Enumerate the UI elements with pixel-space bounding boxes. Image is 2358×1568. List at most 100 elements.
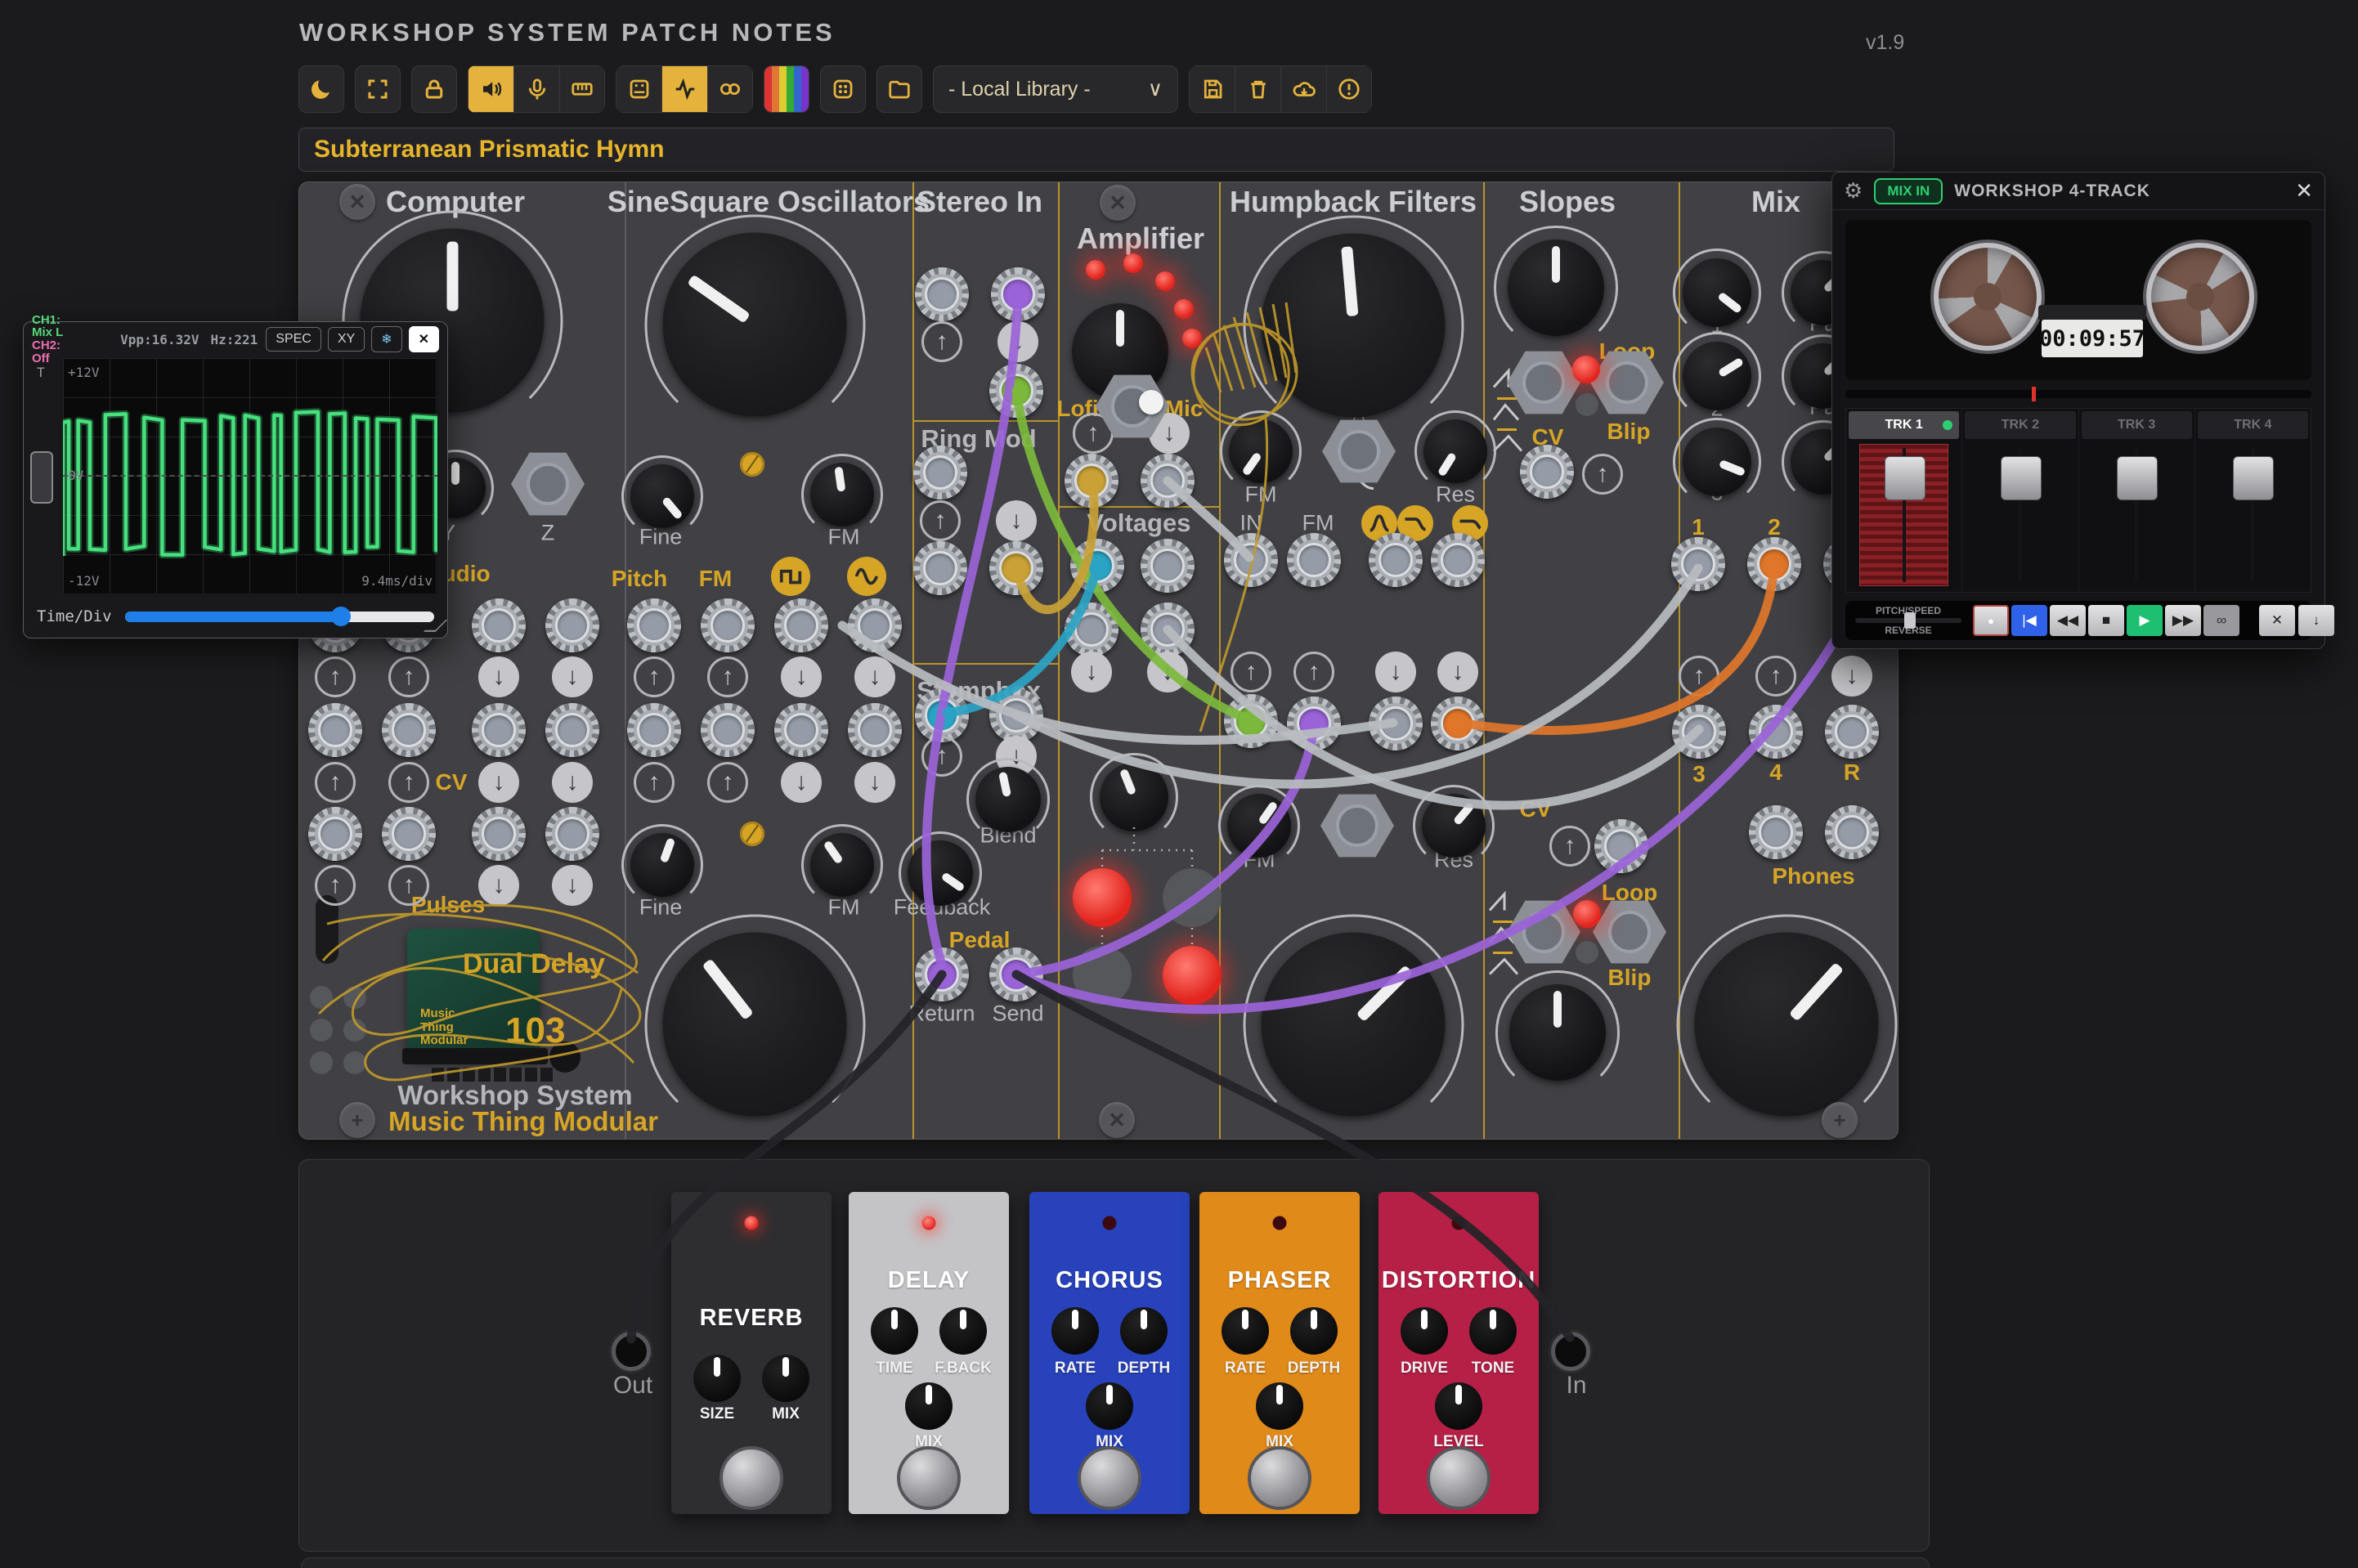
rotary-knob[interactable] <box>966 757 1051 842</box>
clear-track-button[interactable]: ✕ <box>2259 605 2295 636</box>
pedal-knob[interactable] <box>1051 1307 1099 1355</box>
scope-timediv-slider[interactable] <box>124 607 434 626</box>
color-theme-button[interactable] <box>764 65 809 113</box>
pedal-footswitch[interactable] <box>1078 1446 1141 1510</box>
pedalboard-out-jack[interactable] <box>612 1332 651 1371</box>
rotary-knob[interactable] <box>1413 785 1495 867</box>
download-track-button[interactable]: ↓ <box>2298 605 2334 636</box>
rotary-knob[interactable] <box>1673 332 1761 420</box>
patch-jack[interactable] <box>1671 537 1725 591</box>
cloud-sync-button[interactable] <box>1280 65 1326 113</box>
rotary-knob[interactable] <box>801 454 883 535</box>
rotary-knob[interactable] <box>1220 410 1302 492</box>
play-button[interactable]: ▶ <box>2127 605 2163 636</box>
library-select[interactable]: - Local Library - ∨ <box>933 65 1178 113</box>
led-indicator-off[interactable] <box>1073 946 1132 1005</box>
rotary-knob[interactable] <box>1243 215 1464 436</box>
trim-screw[interactable] <box>740 452 764 477</box>
patch-jack[interactable] <box>545 598 599 652</box>
pedal-phaser[interactable]: PHASER RATE DEPTH MIX <box>1199 1192 1360 1514</box>
patch-jack[interactable] <box>989 948 1043 1001</box>
pedalboard-in-jack[interactable] <box>1551 1332 1590 1371</box>
patch-jack[interactable] <box>774 598 828 652</box>
patch-jack[interactable] <box>1141 454 1195 508</box>
patch-jack[interactable] <box>627 598 681 652</box>
patch-jack[interactable] <box>913 446 967 500</box>
track-1-header[interactable]: TRK 1 <box>1849 411 1960 439</box>
patch-jack[interactable] <box>989 688 1043 742</box>
rotary-knob[interactable] <box>621 455 703 537</box>
led-indicator-on[interactable] <box>1073 868 1132 927</box>
pedal-knob[interactable] <box>1256 1382 1303 1430</box>
pedal-footswitch[interactable] <box>897 1446 961 1510</box>
record-button[interactable]: ● <box>1973 605 2009 636</box>
pedal-footswitch[interactable] <box>1248 1446 1311 1510</box>
track-3-header[interactable]: TRK 3 <box>2081 411 2192 439</box>
pedal-view-button[interactable] <box>616 65 661 113</box>
patch-jack[interactable] <box>545 703 599 757</box>
pedal-knob[interactable] <box>1086 1382 1133 1430</box>
track-2-fader[interactable] <box>2000 456 2042 501</box>
tape-progress-bar[interactable] <box>1845 387 2311 401</box>
pedal-footswitch[interactable] <box>720 1446 783 1510</box>
pedal-knob[interactable] <box>1401 1307 1448 1355</box>
track-1[interactable]: TRK 1 <box>1846 409 1963 592</box>
program-card[interactable]: Dual Delay Music Thing Modular 103 <box>407 929 605 1060</box>
pedal-footswitch[interactable] <box>1427 1446 1491 1510</box>
random-patch-button[interactable] <box>820 65 866 113</box>
patch-jack[interactable] <box>1749 805 1803 859</box>
scope-button[interactable] <box>661 65 707 113</box>
scope-spec-button[interactable]: SPEC <box>266 327 321 352</box>
patch-jack[interactable] <box>1065 454 1118 508</box>
rotary-knob[interactable] <box>1243 914 1464 1135</box>
patch-jack[interactable] <box>915 688 969 742</box>
rotary-knob[interactable] <box>1673 418 1761 506</box>
patch-jack[interactable] <box>1224 694 1278 748</box>
rotary-knob[interactable] <box>1676 914 1897 1135</box>
patch-jack[interactable] <box>382 703 436 757</box>
patch-jack[interactable] <box>545 807 599 861</box>
rotary-knob[interactable] <box>1090 753 1178 841</box>
rotary-knob[interactable] <box>1218 785 1300 867</box>
patch-jack[interactable] <box>1141 539 1195 593</box>
lofi-mic-toggle[interactable] <box>1139 390 1163 414</box>
pedal-knob[interactable] <box>871 1307 918 1355</box>
patch-jack[interactable] <box>915 948 969 1001</box>
patch-jack[interactable] <box>1825 805 1879 859</box>
stop-button[interactable]: ■ <box>2088 605 2124 636</box>
pedal-distortion[interactable]: DISTORTION DRIVE TONE LEVEL <box>1378 1192 1539 1514</box>
gear-icon[interactable]: ⚙ <box>1844 178 1863 204</box>
patch-jack[interactable] <box>627 703 681 757</box>
card-eject-knob[interactable] <box>549 1042 581 1073</box>
pedal-knob[interactable] <box>762 1355 809 1402</box>
mix-in-button[interactable]: MIX IN <box>1874 177 1943 204</box>
patch-jack[interactable] <box>1224 533 1278 587</box>
patch-jack[interactable] <box>913 541 967 595</box>
pedal-knob[interactable] <box>1435 1382 1482 1430</box>
patch-jack[interactable] <box>701 598 755 652</box>
patch-jack[interactable] <box>1431 697 1485 750</box>
pedal-knob[interactable] <box>939 1307 987 1355</box>
patch-jack[interactable] <box>991 267 1045 321</box>
rotary-knob[interactable] <box>621 824 703 906</box>
patch-jack[interactable] <box>472 807 526 861</box>
four-track-window[interactable]: ⚙ MIX IN WORKSHOP 4-TRACK ✕ 00:09:57 TRK… <box>1831 172 2334 649</box>
track-2[interactable]: TRK 2 <box>1962 409 2079 592</box>
scope-xy-button[interactable]: XY <box>327 327 365 352</box>
patch-jack[interactable] <box>308 807 362 861</box>
delete-button[interactable] <box>1235 65 1280 113</box>
led-indicator-on[interactable] <box>1163 946 1222 1005</box>
pedal-reverb[interactable]: REVERB SIZE MIX <box>671 1192 832 1514</box>
rotary-knob[interactable] <box>898 831 983 916</box>
patch-jack[interactable] <box>1825 705 1879 759</box>
patch-jack[interactable] <box>382 807 436 861</box>
rotary-knob[interactable] <box>644 214 865 435</box>
save-button[interactable] <box>1189 65 1235 113</box>
led-indicator-off[interactable] <box>1163 868 1222 927</box>
module-close-screw[interactable]: ✕ <box>339 184 375 220</box>
patch-jack[interactable] <box>989 541 1043 595</box>
scope-timediv-slider-handle[interactable] <box>331 607 352 626</box>
pedal-knob[interactable] <box>693 1355 741 1402</box>
patch-jack[interactable] <box>1747 537 1801 591</box>
module-close-screw[interactable]: ✕ <box>1100 185 1136 221</box>
